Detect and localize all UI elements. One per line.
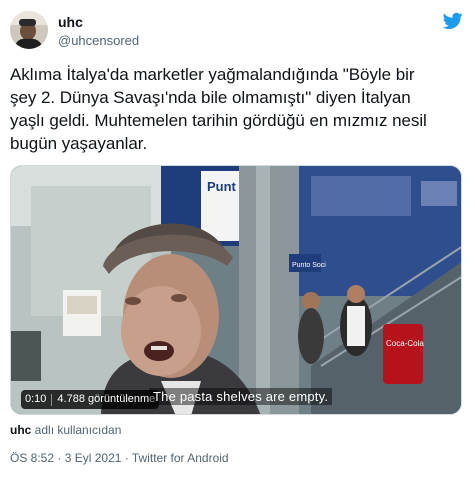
video-elapsed: 0:10 (25, 393, 47, 405)
attribution-suffix: adlı kullanıcıdan (31, 423, 122, 437)
twitter-bird-icon[interactable] (443, 12, 463, 30)
author-display-name[interactable]: uhc (58, 14, 139, 31)
author-names: uhc @uhcensored (58, 14, 139, 49)
tweet-header: uhc @uhcensored (10, 10, 465, 52)
tweet-time[interactable]: ÖS 8:52 (10, 451, 54, 465)
tweet-text: Aklıma İtalya'da marketler yağmalandığın… (10, 63, 465, 155)
tweet-text-line: Aklıma İtalya'da marketler yağmalandığın… (10, 65, 415, 84)
video-views: 4.788 görüntülenme (57, 393, 156, 405)
tweet-text-line: şey 2. Dünya Savaşı'nda bile olmamıştı" … (10, 88, 411, 107)
video-player[interactable]: Punt Soci Punto Soci Coca-Cola 0:10 4.78… (10, 165, 462, 415)
meta-separator: · (54, 451, 65, 465)
tweet-client[interactable]: Twitter for Android (132, 451, 229, 465)
tweet-date[interactable]: 3 Eyl 2021 (65, 451, 122, 465)
tweet-meta: ÖS 8:52 · 3 Eyl 2021 · Twitter for Andro… (10, 451, 229, 465)
avatar[interactable] (10, 11, 48, 49)
tweet-text-line: bugün yaşayanlar. (10, 134, 148, 153)
cup-text: Coca-Cola (386, 339, 424, 348)
video-frame: Punt Soci Punto Soci Coca-Cola (11, 166, 461, 414)
meta-separator: · (121, 451, 132, 465)
author-handle[interactable]: @uhcensored (58, 32, 139, 49)
tweet-card: uhc @uhcensored Aklıma İtalya'da marketl… (0, 0, 475, 481)
video-subtitle: The pasta shelves are empty. (149, 388, 333, 405)
store-sign-small-text: Punto Soci (292, 262, 326, 269)
media-attribution: uhc adlı kullanıcıdan (10, 423, 121, 437)
badge-divider (51, 393, 53, 406)
video-stats-badge: 0:10 4.788 görüntülenme (21, 390, 160, 409)
tweet-text-line: yaşlı geldi. Muhtemelen tarihin gördüğü … (10, 111, 427, 130)
attribution-user[interactable]: uhc (10, 423, 31, 437)
